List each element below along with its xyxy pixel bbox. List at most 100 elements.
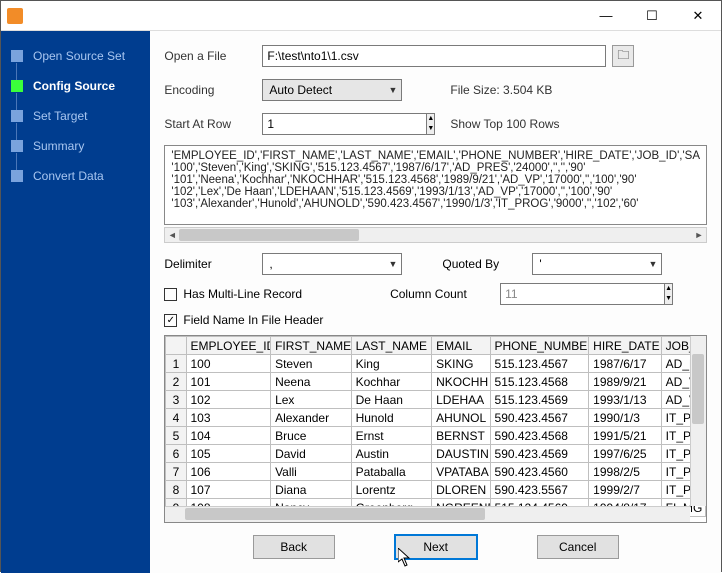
table-cell[interactable]: David [271, 445, 352, 463]
spin-up-icon[interactable]: ▲ [665, 284, 672, 294]
table-cell[interactable]: 515.123.4567 [490, 355, 589, 373]
cancel-button[interactable]: Cancel [537, 535, 619, 559]
minimize-button[interactable]: — [583, 1, 629, 31]
spin-up-icon[interactable]: ▲ [427, 114, 434, 124]
table-row[interactable]: 2101NeenaKochharNKOCHH515.123.45681989/9… [166, 373, 706, 391]
column-count-spinner[interactable]: ▲▼ [500, 283, 610, 305]
start-row-spinner[interactable]: ▲▼ [262, 113, 402, 135]
next-button[interactable]: Next [395, 535, 477, 559]
scroll-thumb[interactable] [692, 354, 704, 424]
table-cell[interactable]: 1993/1/13 [589, 391, 661, 409]
encoding-combo[interactable]: Auto Detect ▼ [262, 79, 402, 101]
table-row[interactable]: 6105DavidAustinDAUSTIN590.423.45691997/6… [166, 445, 706, 463]
scroll-thumb[interactable] [185, 508, 485, 520]
delimiter-label: Delimiter [164, 257, 262, 271]
table-cell[interactable]: BERNST [432, 427, 490, 445]
table-cell[interactable]: DAUSTIN [432, 445, 490, 463]
column-header[interactable]: FIRST_NAME [271, 337, 352, 355]
scroll-left-icon[interactable]: ◄ [165, 228, 179, 242]
table-cell[interactable]: 105 [186, 445, 271, 463]
table-cell[interactable]: King [351, 355, 432, 373]
table-cell[interactable]: LDEHAA [432, 391, 490, 409]
table-cell[interactable]: 106 [186, 463, 271, 481]
table-cell[interactable]: NKOCHH [432, 373, 490, 391]
step-open-source-set[interactable]: Open Source Set [1, 41, 150, 71]
table-cell[interactable]: 1999/2/7 [589, 481, 661, 499]
table-cell[interactable]: 100 [186, 355, 271, 373]
spin-down-icon[interactable]: ▼ [427, 124, 434, 134]
preview-hscrollbar[interactable]: ◄ ► [164, 227, 707, 243]
open-file-input[interactable] [262, 45, 606, 67]
table-cell[interactable]: Lorentz [351, 481, 432, 499]
multiline-checkbox[interactable] [164, 288, 177, 301]
table-cell[interactable]: AHUNOL [432, 409, 490, 427]
grid-vscrollbar[interactable] [690, 336, 706, 506]
table-cell[interactable]: 1997/6/25 [589, 445, 661, 463]
spin-down-icon[interactable]: ▼ [665, 294, 672, 304]
table-cell[interactable]: Austin [351, 445, 432, 463]
data-grid[interactable]: EMPLOYEE_ID FIRST_NAME LAST_NAME EMAIL P… [164, 335, 707, 523]
step-convert-data[interactable]: Convert Data [1, 161, 150, 191]
table-row[interactable]: 1100StevenKingSKING515.123.45671987/6/17… [166, 355, 706, 373]
scroll-thumb[interactable] [179, 229, 359, 241]
table-row[interactable]: 7106ValliPataballaVPATABA590.423.4560199… [166, 463, 706, 481]
table-cell[interactable]: Pataballa [351, 463, 432, 481]
table-cell[interactable]: 515.123.4568 [490, 373, 589, 391]
table-cell[interactable]: De Haan [351, 391, 432, 409]
column-header[interactable]: PHONE_NUMBER [490, 337, 589, 355]
close-button[interactable]: ✕ [675, 1, 721, 31]
table-cell[interactable]: 1991/5/21 [589, 427, 661, 445]
table-row[interactable]: 8107DianaLorentzDLOREN590.423.55671999/2… [166, 481, 706, 499]
table-cell[interactable]: Valli [271, 463, 352, 481]
back-button[interactable]: Back [253, 535, 335, 559]
table-cell[interactable]: 1989/9/21 [589, 373, 661, 391]
quoted-by-combo[interactable]: ' ▼ [532, 253, 662, 275]
column-header[interactable]: EMPLOYEE_ID [186, 337, 271, 355]
table-cell[interactable]: Lex [271, 391, 352, 409]
maximize-button[interactable]: ☐ [629, 1, 675, 31]
table-cell[interactable]: 107 [186, 481, 271, 499]
table-cell[interactable]: 590.423.4560 [490, 463, 589, 481]
column-header[interactable]: LAST_NAME [351, 337, 432, 355]
table-cell[interactable]: 515.123.4569 [490, 391, 589, 409]
table-cell[interactable]: VPATABA [432, 463, 490, 481]
column-count-input[interactable] [500, 283, 664, 305]
column-count-label: Column Count [390, 287, 500, 301]
step-set-target[interactable]: Set Target [1, 101, 150, 131]
table-cell[interactable]: Neena [271, 373, 352, 391]
table-cell[interactable]: Bruce [271, 427, 352, 445]
table-cell[interactable]: SKING [432, 355, 490, 373]
grid-hscrollbar[interactable] [165, 506, 690, 522]
table-cell[interactable]: 590.423.4568 [490, 427, 589, 445]
step-config-source[interactable]: Config Source [1, 71, 150, 101]
table-cell[interactable]: 1990/1/3 [589, 409, 661, 427]
table-cell[interactable]: 1998/2/5 [589, 463, 661, 481]
table-cell[interactable]: Ernst [351, 427, 432, 445]
column-header[interactable]: HIRE_DATE [589, 337, 661, 355]
table-cell[interactable]: Steven [271, 355, 352, 373]
table-cell[interactable]: 104 [186, 427, 271, 445]
start-row-input[interactable] [262, 113, 426, 135]
header-in-file-checkbox[interactable] [164, 314, 177, 327]
step-summary[interactable]: Summary [1, 131, 150, 161]
table-cell[interactable]: Alexander [271, 409, 352, 427]
table-cell[interactable]: 1987/6/17 [589, 355, 661, 373]
table-cell[interactable]: 590.423.5567 [490, 481, 589, 499]
table-row[interactable]: 4103AlexanderHunoldAHUNOL590.423.4567199… [166, 409, 706, 427]
browse-file-button[interactable]: 🗀 [612, 45, 634, 67]
table-cell[interactable]: Kochhar [351, 373, 432, 391]
scroll-right-icon[interactable]: ► [692, 228, 706, 242]
table-cell[interactable]: DLOREN [432, 481, 490, 499]
table-cell[interactable]: 590.423.4567 [490, 409, 589, 427]
table-cell[interactable]: 102 [186, 391, 271, 409]
table-cell[interactable]: Hunold [351, 409, 432, 427]
row-number: 2 [166, 373, 186, 391]
table-cell[interactable]: 103 [186, 409, 271, 427]
delimiter-combo[interactable]: , ▼ [262, 253, 402, 275]
table-cell[interactable]: Diana [271, 481, 352, 499]
table-cell[interactable]: 590.423.4569 [490, 445, 589, 463]
column-header[interactable]: EMAIL [432, 337, 490, 355]
table-cell[interactable]: 101 [186, 373, 271, 391]
table-row[interactable]: 5104BruceErnstBERNST590.423.45681991/5/2… [166, 427, 706, 445]
table-row[interactable]: 3102LexDe HaanLDEHAA515.123.45691993/1/1… [166, 391, 706, 409]
